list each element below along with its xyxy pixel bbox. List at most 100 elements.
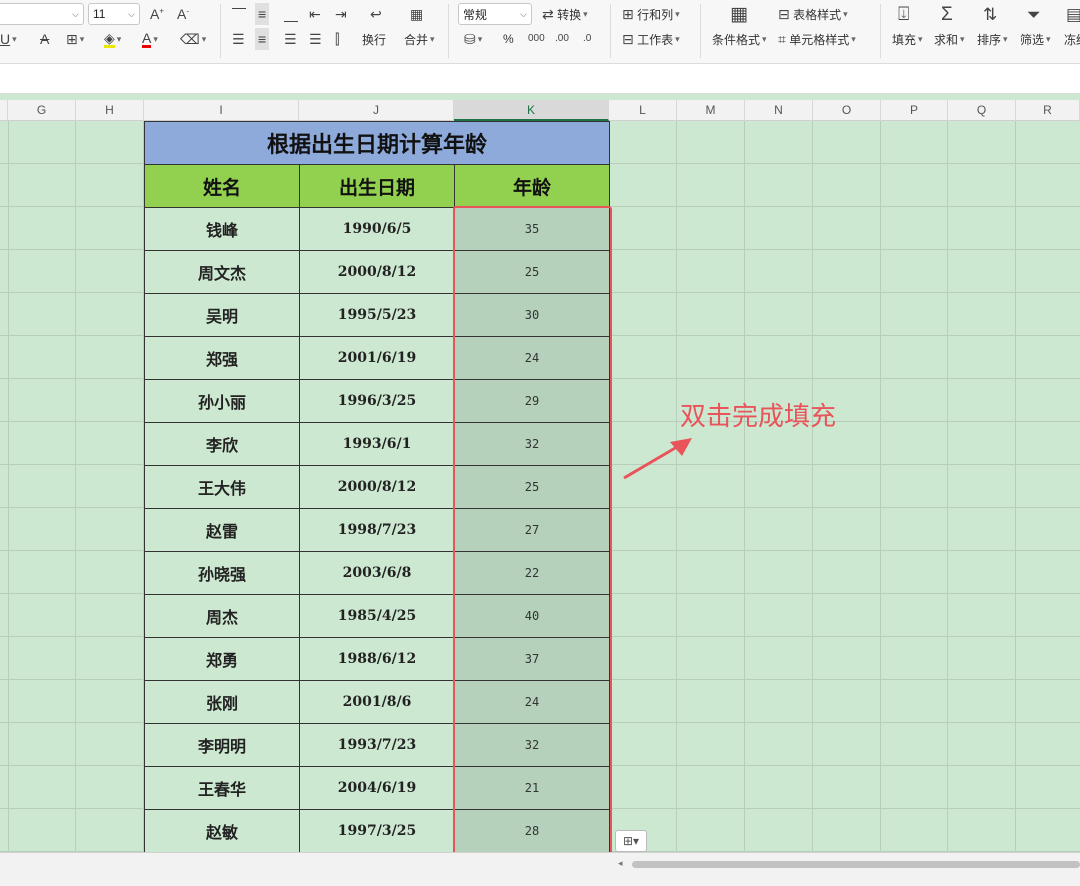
filter-button[interactable]: 筛选 ▾ xyxy=(1020,28,1051,50)
formula-bar[interactable] xyxy=(0,64,1080,94)
cell-name[interactable]: 王春华 xyxy=(144,766,300,810)
table-style-button[interactable]: ⊟ 表格样式 ▾ xyxy=(778,3,848,25)
column-header-o[interactable]: O xyxy=(813,100,881,121)
cell-age[interactable]: 32 xyxy=(454,723,610,767)
conditional-format-icon[interactable]: ▦ xyxy=(730,3,748,25)
align-left-icon[interactable]: ☰ xyxy=(232,28,245,50)
column-header-h[interactable]: H xyxy=(76,100,144,121)
increase-decimal-icon[interactable]: .00 xyxy=(555,28,569,50)
align-middle-icon[interactable]: ≡ xyxy=(255,3,270,25)
cell-age[interactable]: 25 xyxy=(454,465,610,509)
cell-name[interactable]: 孙晓强 xyxy=(144,551,300,595)
text-direction-icon[interactable]: ↩ xyxy=(370,3,382,25)
underline-icon[interactable]: U ▾ xyxy=(0,28,17,50)
table-title[interactable]: 根据出生日期计算年龄 xyxy=(144,121,610,165)
align-center-icon[interactable]: ≡ xyxy=(255,28,270,50)
column-header-k[interactable]: K xyxy=(454,100,609,121)
cell-birthdate[interactable]: 2003/6/8 xyxy=(299,551,455,595)
column-header-p[interactable]: P xyxy=(881,100,948,121)
cell-name[interactable]: 李欣 xyxy=(144,422,300,466)
align-bottom-icon[interactable]: ⎽ xyxy=(284,3,298,25)
currency-icon[interactable]: ⛁ ▾ xyxy=(464,28,482,50)
cell-name[interactable]: 张刚 xyxy=(144,680,300,724)
header-birthdate[interactable]: 出生日期 xyxy=(299,164,455,208)
cell-name[interactable]: 郑勇 xyxy=(144,637,300,681)
percent-button[interactable]: % xyxy=(503,28,514,50)
cell-name[interactable]: 郑强 xyxy=(144,336,300,380)
cell-age[interactable]: 27 xyxy=(454,508,610,552)
cell-age[interactable]: 35 xyxy=(454,207,610,251)
cell-name[interactable]: 孙小丽 xyxy=(144,379,300,423)
fill-color-icon[interactable]: ◈ ▾ xyxy=(104,28,121,50)
cell-birthdate[interactable]: 2001/8/6 xyxy=(299,680,455,724)
strikethrough-icon[interactable]: A xyxy=(40,28,49,50)
wrap-button[interactable]: 换行 xyxy=(362,28,386,50)
column-header-l[interactable]: L xyxy=(609,100,677,121)
cell-name[interactable]: 周杰 xyxy=(144,594,300,638)
freeze-icon[interactable]: ▤ xyxy=(1066,3,1080,25)
cell-age[interactable]: 37 xyxy=(454,637,610,681)
column-header-i[interactable]: I xyxy=(144,100,299,121)
freeze-button[interactable]: 冻结 xyxy=(1064,28,1080,50)
cell-age[interactable]: 21 xyxy=(454,766,610,810)
cell-birthdate[interactable]: 1985/4/25 xyxy=(299,594,455,638)
cell-name[interactable]: 周文杰 xyxy=(144,250,300,294)
align-right-icon[interactable]: ☰ xyxy=(284,28,297,50)
autofill-options-button[interactable]: ⊞▾ xyxy=(615,830,647,852)
cell-name[interactable]: 王大伟 xyxy=(144,465,300,509)
thousands-icon[interactable]: 000 xyxy=(528,28,545,50)
cell-birthdate[interactable]: 1993/6/1 xyxy=(299,422,455,466)
cell-name[interactable]: 李明明 xyxy=(144,723,300,767)
column-header-r[interactable]: R xyxy=(1016,100,1080,121)
worksheet-button[interactable]: ⊟ 工作表 ▾ xyxy=(622,28,680,50)
increase-font-icon[interactable]: A+ xyxy=(150,3,164,25)
column-header-g[interactable]: G xyxy=(8,100,76,121)
align-top-icon[interactable]: ⎺ xyxy=(232,3,246,25)
borders-all-icon[interactable]: ▦ xyxy=(410,3,423,25)
font-name-dropdown[interactable]: ⌵ xyxy=(0,3,84,25)
clear-format-icon[interactable]: ⌫ ▾ xyxy=(180,28,206,50)
convert-button[interactable]: ⇄ 转换 ▾ xyxy=(542,3,588,25)
font-color-icon[interactable]: A ▾ xyxy=(142,28,158,50)
cell-name[interactable]: 吴明 xyxy=(144,293,300,337)
decrease-indent-icon[interactable]: ⇤ xyxy=(309,3,321,25)
cell-birthdate[interactable]: 2001/6/19 xyxy=(299,336,455,380)
cell-birthdate[interactable]: 2000/8/12 xyxy=(299,465,455,509)
sum-icon[interactable]: Σ xyxy=(941,3,953,25)
increase-indent-icon[interactable]: ⇥ xyxy=(335,3,347,25)
sum-button[interactable]: 求和 ▾ xyxy=(934,28,965,50)
cell-age[interactable]: 24 xyxy=(454,680,610,724)
cell-birthdate[interactable]: 1996/3/25 xyxy=(299,379,455,423)
cell-birthdate[interactable]: 1998/7/23 xyxy=(299,508,455,552)
cell-age[interactable]: 30 xyxy=(454,293,610,337)
decrease-decimal-icon[interactable]: .0 xyxy=(583,28,591,50)
column-header-edge[interactable] xyxy=(0,100,8,121)
distributed-icon[interactable]: ⫿ xyxy=(335,28,339,50)
header-age[interactable]: 年龄 xyxy=(454,164,610,208)
cell-birthdate[interactable]: 1993/7/23 xyxy=(299,723,455,767)
border-icon[interactable]: ⊞ ▾ xyxy=(66,28,84,50)
cell-birthdate[interactable]: 1997/3/25 xyxy=(299,809,455,853)
row-col-button[interactable]: ⊞ 行和列 ▾ xyxy=(622,3,680,25)
cell-name[interactable]: 赵雷 xyxy=(144,508,300,552)
cell-birthdate[interactable]: 1990/6/5 xyxy=(299,207,455,251)
decrease-font-icon[interactable]: A- xyxy=(177,3,189,25)
column-header-j[interactable]: J xyxy=(299,100,454,121)
fill-button[interactable]: 填充 ▾ xyxy=(892,28,923,50)
cell-age[interactable]: 25 xyxy=(454,250,610,294)
sort-icon[interactable]: ⇅ xyxy=(983,3,997,25)
filter-icon[interactable]: ⏷ xyxy=(1027,3,1041,25)
cell-age[interactable]: 32 xyxy=(454,422,610,466)
merge-button[interactable]: 合并 ▾ xyxy=(404,28,435,50)
header-name[interactable]: 姓名 xyxy=(144,164,300,208)
column-header-q[interactable]: Q xyxy=(948,100,1016,121)
cell-age[interactable]: 24 xyxy=(454,336,610,380)
justify-icon[interactable]: ☰ xyxy=(309,28,322,50)
cell-age[interactable]: 28 xyxy=(454,809,610,853)
sort-button[interactable]: 排序 ▾ xyxy=(977,28,1008,50)
cell-birthdate[interactable]: 2000/8/12 xyxy=(299,250,455,294)
cell-name[interactable]: 钱峰 xyxy=(144,207,300,251)
number-format-dropdown[interactable]: 常规 ⌵ xyxy=(458,3,532,25)
scroll-left-icon[interactable]: ◂ xyxy=(618,858,623,869)
conditional-format-button[interactable]: 条件格式 ▾ xyxy=(712,28,767,50)
